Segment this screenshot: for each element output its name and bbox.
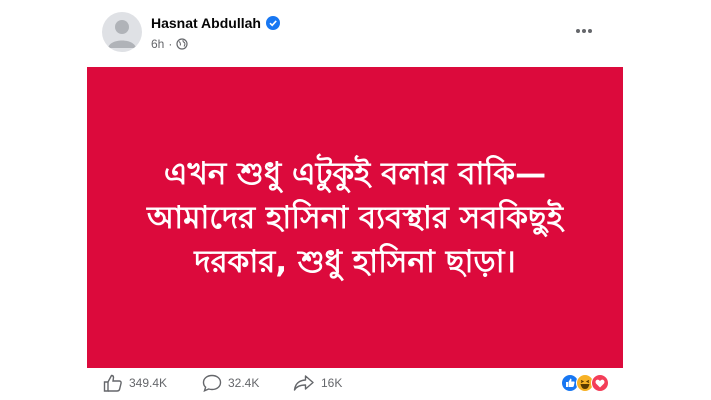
author-name[interactable]: Hasnat Abdullah — [151, 15, 261, 31]
post-header: Hasnat Abdullah 6h · — [87, 10, 623, 62]
share-icon — [293, 375, 314, 391]
reaction-summary[interactable] — [561, 374, 609, 392]
verified-badge-icon — [265, 16, 280, 30]
thumbs-up-icon — [103, 374, 122, 392]
post-text: এখন শুধু এটুকুই বলার বাকি— আমাদের হাসিনা… — [147, 155, 563, 280]
more-options-icon — [576, 29, 592, 33]
default-avatar-icon — [108, 20, 136, 48]
love-reaction-icon — [591, 374, 609, 392]
share-count: 16K — [321, 376, 343, 390]
like-count: 349.4K — [129, 376, 168, 390]
post-text-banner: এখন শুধু এটুকুই বলার বাকি— আমাদের হাসিনা… — [87, 67, 623, 368]
comment-icon — [202, 374, 222, 392]
author-line: Hasnat Abdullah — [151, 15, 280, 31]
comment-button[interactable]: 32.4K — [202, 374, 259, 392]
post-meta: 6h · — [151, 37, 188, 51]
meta-separator: · — [168, 37, 173, 51]
more-options-button[interactable] — [571, 18, 597, 44]
avatar[interactable] — [102, 12, 142, 52]
share-button[interactable]: 16K — [293, 374, 342, 392]
comment-count: 32.4K — [228, 376, 260, 390]
post-footer: 349.4K 32.4K 16K — [87, 371, 623, 400]
post-card: Hasnat Abdullah 6h · এখন শুধু এটুকুই বলা… — [87, 0, 623, 400]
like-button[interactable]: 349.4K — [103, 374, 167, 392]
post-time[interactable]: 6h — [151, 37, 164, 51]
globe-icon — [176, 38, 188, 50]
